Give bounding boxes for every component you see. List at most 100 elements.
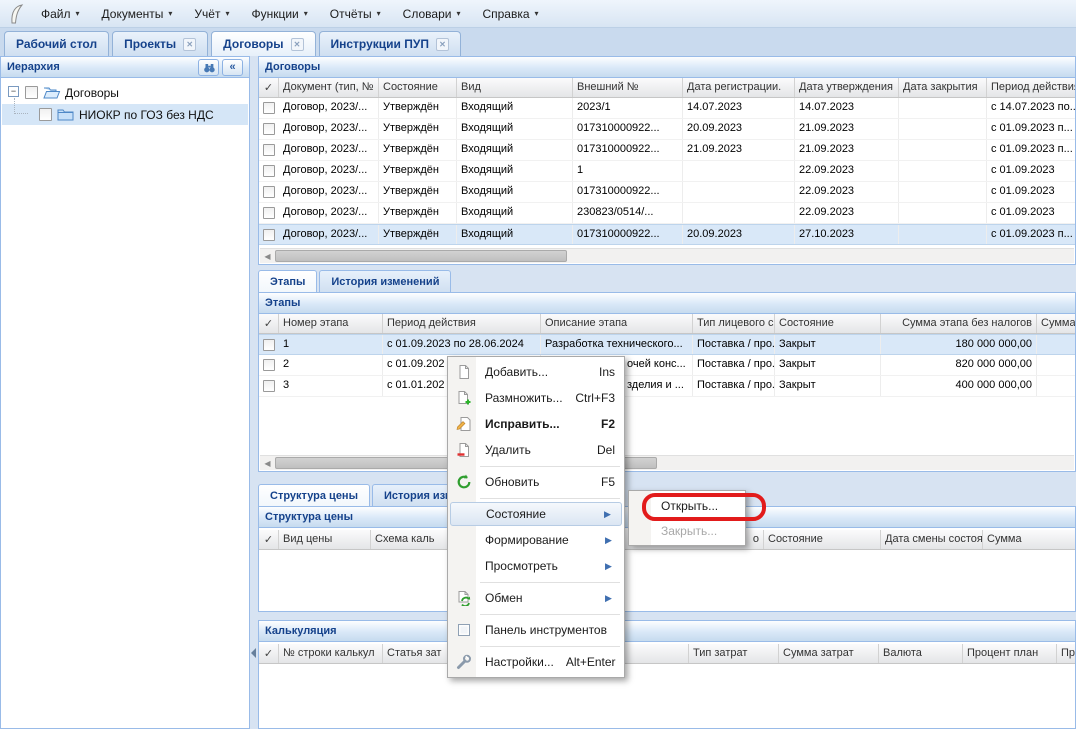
table-row[interactable]: 2с 01.09.202очей конс...Поставка / про..…	[259, 355, 1075, 376]
row-checkbox[interactable]	[263, 102, 275, 114]
collapse-sidebar-button[interactable]: «	[222, 59, 243, 76]
column-header[interactable]: Период действия	[383, 314, 541, 333]
collapse-arrow-icon[interactable]	[251, 648, 256, 658]
tree-item[interactable]: НИОКР по ГОЗ без НДС	[2, 104, 248, 125]
tab-Этапы[interactable]: Этапы	[258, 270, 317, 292]
row-checkbox[interactable]	[263, 380, 275, 392]
table-row[interactable]: 3с 01.01.202зделия и ...Поставка / про..…	[259, 376, 1075, 397]
column-header[interactable]: Сумма затрат	[779, 644, 879, 663]
contracts-hscrollbar[interactable]: ◀	[260, 248, 1074, 263]
context-menu-item[interactable]: ОбновитьF5	[450, 469, 622, 495]
context-menu-item[interactable]: УдалитьDel	[450, 437, 622, 463]
context-menu-item[interactable]: Панель инструментов	[450, 617, 622, 643]
column-header[interactable]: Вид	[457, 78, 573, 97]
column-header[interactable]: Дата смены состоя	[881, 530, 983, 549]
tab-Договоры[interactable]: Договоры✕	[211, 31, 315, 56]
menu-separator	[450, 643, 622, 649]
table-row[interactable]: 1с 01.09.2023 по 28.06.2024Разработка те…	[259, 334, 1075, 355]
scroll-left-icon[interactable]: ◀	[260, 459, 275, 468]
context-menu-item[interactable]: Исправить...F2	[450, 411, 622, 437]
column-header[interactable]: Состояние	[775, 314, 881, 333]
table-row[interactable]: Договор, 2023/...УтверждёнВходящий017310…	[259, 182, 1075, 203]
menubar-item[interactable]: Файл▾	[30, 3, 91, 25]
table-row[interactable]: Договор, 2023/...УтверждёнВходящий017310…	[259, 224, 1075, 245]
tree-checkbox[interactable]	[39, 108, 52, 121]
context-submenu-item[interactable]: Закрыть...	[631, 518, 743, 543]
hierarchy-panel: Иерархия « −ДоговорыНИОКР по ГОЗ без НДС	[0, 56, 250, 729]
table-row[interactable]: Договор, 2023/...УтверждёнВходящий230823…	[259, 203, 1075, 224]
row-checkbox[interactable]	[263, 123, 275, 135]
column-header[interactable]: Тип лицевого счёт	[693, 314, 775, 333]
context-submenu-item[interactable]: Открыть...	[631, 493, 743, 518]
close-icon[interactable]: ✕	[436, 38, 449, 51]
row-checkbox[interactable]	[263, 229, 275, 241]
chevron-down-icon: ▾	[168, 9, 172, 18]
column-header[interactable]: Дата закрытия	[899, 78, 987, 97]
context-menu-item[interactable]: Размножить...Ctrl+F3	[450, 385, 622, 411]
context-menu-item[interactable]: Настройки...Alt+Enter	[450, 649, 622, 675]
column-header[interactable]: ✓	[259, 530, 279, 549]
context-menu-item[interactable]: Состояние▶	[450, 502, 622, 526]
table-row[interactable]: Договор, 2023/...УтверждёнВходящий017310…	[259, 140, 1075, 161]
column-header[interactable]: ✓	[259, 644, 279, 663]
table-row[interactable]: Договор, 2023/...УтверждёнВходящий2023/1…	[259, 98, 1075, 119]
column-header[interactable]: Процент ф	[1057, 644, 1076, 663]
table-row[interactable]: Договор, 2023/...УтверждёнВходящий122.09…	[259, 161, 1075, 182]
column-header[interactable]: Состояние	[379, 78, 457, 97]
tab-Инструкции ПУП[interactable]: Инструкции ПУП✕	[319, 31, 461, 56]
column-header[interactable]: ✓	[259, 78, 279, 97]
menubar-item[interactable]: Словари▾	[392, 3, 472, 25]
tab-Структура цены[interactable]: Структура цены	[258, 484, 370, 506]
row-checkbox[interactable]	[263, 339, 275, 351]
expander-icon[interactable]: −	[8, 86, 19, 97]
row-checkbox[interactable]	[263, 144, 275, 156]
scrollbar-thumb[interactable]	[275, 250, 567, 262]
column-header[interactable]: Тип затрат	[689, 644, 779, 663]
column-header[interactable]: Внешний №	[573, 78, 683, 97]
column-header[interactable]: Номер этапа	[279, 314, 383, 333]
column-header[interactable]: Валюта	[879, 644, 963, 663]
context-menu-item[interactable]: Формирование▶	[450, 527, 622, 553]
column-header[interactable]: № строки калькул	[279, 644, 383, 663]
column-header[interactable]: ✓	[259, 314, 279, 333]
column-header[interactable]: Состояние	[764, 530, 881, 549]
menubar-item[interactable]: Учёт▾	[183, 3, 240, 25]
row-checkbox[interactable]	[263, 186, 275, 198]
menubar-item[interactable]: Справка▾	[471, 3, 549, 25]
menubar-item[interactable]: Отчёты▾	[319, 3, 392, 25]
column-header[interactable]: Дата регистрации.	[683, 78, 795, 97]
context-menu-item[interactable]: Просмотреть▶	[450, 553, 622, 579]
tab-Проекты[interactable]: Проекты✕	[112, 31, 208, 56]
cell: Утверждён	[379, 203, 457, 223]
menubar-item[interactable]: Документы▾	[91, 3, 184, 25]
tab-История изменений[interactable]: История изменений	[319, 270, 451, 292]
context-menu-item[interactable]: Обмен▶	[450, 585, 622, 611]
column-header[interactable]: Вид цены	[279, 530, 371, 549]
tab-Рабочий стол[interactable]: Рабочий стол	[4, 31, 109, 56]
tree-item[interactable]: −Договоры	[2, 82, 248, 103]
search-binoculars-button[interactable]	[198, 59, 219, 76]
splitter[interactable]	[250, 56, 258, 729]
row-checkbox[interactable]	[263, 207, 275, 219]
table-row[interactable]: Договор, 2023/...УтверждёнВходящий017310…	[259, 119, 1075, 140]
column-header[interactable]: Сумма	[983, 530, 1076, 549]
column-header[interactable]: Период действия...	[987, 78, 1076, 97]
close-icon[interactable]: ✕	[183, 38, 196, 51]
main-tab-bar: Рабочий столПроекты✕Договоры✕Инструкции …	[0, 28, 1076, 56]
column-header[interactable]: Описание этапа	[541, 314, 693, 333]
column-header[interactable]: Документ (тип, №	[279, 78, 379, 97]
cell: с 14.07.2023 по...	[987, 98, 1076, 118]
menubar-item[interactable]: Функции▾	[240, 3, 318, 25]
stages-hscrollbar[interactable]: ◀	[260, 455, 1074, 470]
row-checkbox[interactable]	[263, 359, 275, 371]
application-window: Файл▾Документы▾Учёт▾Функции▾Отчёты▾Слова…	[0, 0, 1076, 729]
context-menu-item[interactable]: Добавить...Ins	[450, 359, 622, 385]
column-header[interactable]: Сумма	[1037, 314, 1076, 333]
row-checkbox[interactable]	[263, 165, 275, 177]
scroll-left-icon[interactable]: ◀	[260, 252, 275, 261]
close-icon[interactable]: ✕	[291, 38, 304, 51]
column-header[interactable]: Сумма этапа без налогов	[881, 314, 1037, 333]
hierarchy-panel-header: Иерархия «	[1, 57, 249, 78]
column-header[interactable]: Процент план	[963, 644, 1057, 663]
column-header[interactable]: Дата утверждения	[795, 78, 899, 97]
